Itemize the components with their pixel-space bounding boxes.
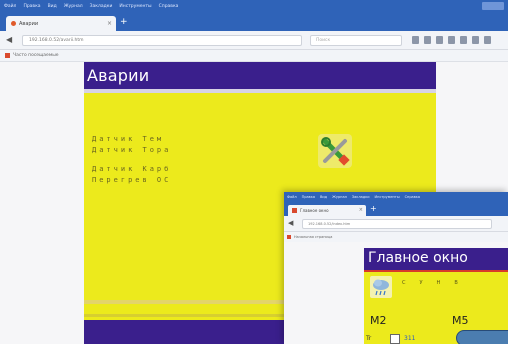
toolbar-icons <box>412 36 491 44</box>
close-tab-icon[interactable]: × <box>359 207 363 213</box>
menu-icon[interactable] <box>484 36 491 44</box>
search-placeholder: Поиск <box>316 38 331 43</box>
menu-history[interactable]: Журнал <box>64 4 83 9</box>
menu-view[interactable]: Вид <box>48 4 57 9</box>
page-header: Главное окно <box>364 248 508 270</box>
navigation-bar: ◀ 192.168.0.52/avarii.htm Поиск <box>0 31 508 50</box>
bottom-number: 311 <box>404 335 416 342</box>
tab-bar: Аварии × + <box>0 12 508 31</box>
header-underline <box>364 270 508 272</box>
share-icon[interactable] <box>472 36 479 44</box>
menu-help[interactable]: Справка <box>405 195 420 199</box>
page-header: Аварии <box>84 62 436 89</box>
label-m5: M5 <box>452 314 469 327</box>
reading-list-icon[interactable] <box>424 36 431 44</box>
bookmark-star-icon[interactable] <box>412 36 419 44</box>
tab-main-window[interactable]: Главное окно × <box>288 205 366 216</box>
tab-alarms[interactable]: Аварии × <box>6 16 116 31</box>
tab-bar-main: Главное окно × + <box>284 202 508 216</box>
menu-tools[interactable]: Инструменты <box>119 4 151 9</box>
address-bar[interactable]: 192.168.0.52/avarii.htm <box>22 35 302 46</box>
bottom-glyph: Tr <box>366 335 372 342</box>
browser-window-main: Файл Правка Вид Журнал Закладки Инструме… <box>284 192 508 344</box>
menu-edit[interactable]: Правка <box>302 195 315 199</box>
menu-help[interactable]: Справка <box>159 4 179 9</box>
wrench-screwdriver-icon[interactable] <box>318 134 352 168</box>
firefox-icon <box>11 21 16 26</box>
bookmarks-bar-main: Начальная страница <box>284 232 508 242</box>
page-title: Аварии <box>87 66 150 85</box>
bottom-row: Tr 311 <box>364 330 508 344</box>
navigation-bar-main: ◀ 192.168.0.52/index.htm <box>284 216 508 232</box>
bookmark-folder-icon <box>5 53 10 58</box>
menu-history[interactable]: Журнал <box>332 195 347 199</box>
menu-bar-main: Файл Правка Вид Журнал Закладки Инструме… <box>284 192 508 202</box>
sensor-list: Датчик Тем Датчик Topa Датчик Карб Перег… <box>92 134 171 186</box>
bookmark-item[interactable]: Начальная страница <box>294 235 332 239</box>
address-text: 192.168.0.52/avarii.htm <box>29 38 84 43</box>
new-tab-icon[interactable]: + <box>120 18 128 27</box>
label-m2: M2 <box>370 314 387 327</box>
menu-tools[interactable]: Инструменты <box>375 195 400 199</box>
header-divider <box>84 89 436 93</box>
letter-2: У <box>419 280 423 286</box>
checkbox-button[interactable] <box>390 334 400 344</box>
letter-3: Н <box>436 280 441 286</box>
menu-file[interactable]: Файл <box>4 4 16 9</box>
address-text: 192.168.0.52/index.htm <box>308 222 351 226</box>
menu-bookmarks[interactable]: Закладки <box>352 195 370 199</box>
sensor-temp: Датчик Тем <box>92 135 165 143</box>
action-pill-button[interactable] <box>456 330 508 344</box>
bookmark-item[interactable]: Часто посещаемые <box>13 53 59 58</box>
menu-bookmarks[interactable]: Закладки <box>90 4 113 9</box>
close-tab-icon[interactable]: × <box>107 20 112 27</box>
cloud-rain-icon[interactable] <box>370 276 392 298</box>
main-page: Главное окно С У Н В M2 M5 Tr 311 <box>364 248 508 344</box>
letter-4: В <box>454 280 458 286</box>
menu-bar: Файл Правка Вид Журнал Закладки Инструме… <box>0 0 508 12</box>
menu-view[interactable]: Вид <box>320 195 327 199</box>
bookmarks-bar: Часто посещаемые <box>0 50 508 62</box>
back-arrow-icon[interactable]: ◀ <box>288 220 293 227</box>
new-tab-icon[interactable]: + <box>370 205 377 213</box>
address-bar-main[interactable]: 192.168.0.52/index.htm <box>302 219 492 229</box>
download-icon[interactable] <box>436 36 443 44</box>
letter-1: С <box>402 280 406 286</box>
status-letters: С У Н В <box>402 280 458 286</box>
bookmark-folder-icon <box>287 235 291 239</box>
menu-file[interactable]: Файл <box>287 195 297 199</box>
back-arrow-icon[interactable]: ◀ <box>6 36 12 44</box>
page-favicon-icon <box>292 208 297 213</box>
tab-label: Аварии <box>19 20 39 27</box>
home-icon[interactable] <box>448 36 455 44</box>
window-controls[interactable] <box>482 2 504 10</box>
menu-edit[interactable]: Правка <box>23 4 40 9</box>
sensor-carb: Датчик Карб <box>92 165 172 173</box>
search-input[interactable]: Поиск <box>310 35 402 46</box>
pocket-icon[interactable] <box>460 36 467 44</box>
tab-label: Главное окно <box>300 208 329 213</box>
sensor-fuel: Датчик Topa <box>92 146 172 154</box>
page-title: Главное окно <box>368 250 468 266</box>
sensor-overheat: Перегрев ОС <box>92 176 172 184</box>
